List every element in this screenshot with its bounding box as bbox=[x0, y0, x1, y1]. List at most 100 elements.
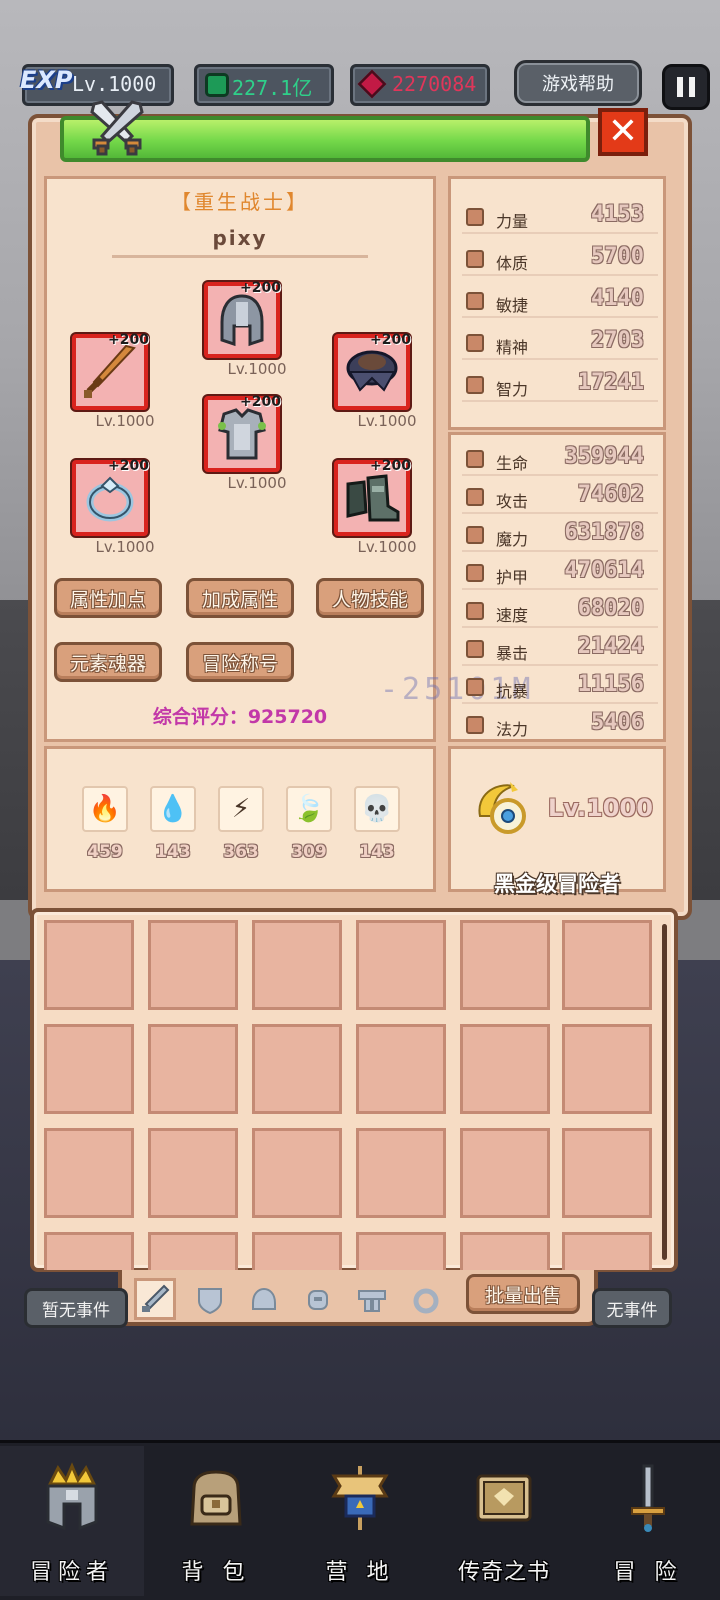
exp-badge: EXP bbox=[20, 66, 73, 94]
inventory-slot[interactable] bbox=[44, 1024, 134, 1114]
inventory-slot[interactable] bbox=[44, 1128, 134, 1218]
nav-adventurer[interactable]: 冒险者 bbox=[0, 1446, 144, 1596]
pause-button[interactable] bbox=[662, 64, 710, 110]
shoulder-armor-icon bbox=[346, 350, 398, 392]
stat-label: 抗暴 bbox=[496, 682, 529, 701]
player-level: Lv.1000 bbox=[72, 72, 157, 96]
stat-value: 470614 bbox=[564, 558, 644, 583]
enhance-level: +200 bbox=[240, 394, 281, 410]
inventory-slot[interactable] bbox=[148, 1024, 238, 1114]
tab-helmet[interactable] bbox=[244, 1280, 284, 1320]
element-soul-gear-button[interactable]: 元素魂器 bbox=[54, 642, 162, 682]
inventory-slot[interactable] bbox=[562, 920, 652, 1010]
lightning-element-icon[interactable]: ⚡ bbox=[218, 786, 264, 832]
fire-element-icon[interactable]: 🔥 bbox=[82, 786, 128, 832]
inventory-slot[interactable] bbox=[562, 1232, 652, 1270]
inventory-slot[interactable] bbox=[460, 920, 550, 1010]
stat-value: 2703 bbox=[591, 328, 644, 353]
book-icon bbox=[476, 1474, 532, 1522]
inventory-slot[interactable] bbox=[148, 1232, 238, 1270]
stat-value: 5406 bbox=[591, 710, 644, 735]
item-level: Lv.1000 bbox=[357, 538, 417, 556]
inventory-slot[interactable] bbox=[148, 920, 238, 1010]
character-skills-button[interactable]: 人物技能 bbox=[316, 578, 424, 618]
inventory-slot[interactable] bbox=[356, 1024, 446, 1114]
inventory-slot[interactable] bbox=[562, 1128, 652, 1218]
adventure-titles-button[interactable]: 冒险称号 bbox=[186, 642, 294, 682]
stat-label: 护甲 bbox=[496, 568, 529, 587]
stat-row-crit-resist: 抗暴 11156 bbox=[462, 670, 658, 704]
ruby-currency-value: 2270084 bbox=[392, 72, 477, 96]
stat-row-mana: 法力 5406 bbox=[462, 708, 658, 742]
inventory-slot[interactable] bbox=[356, 1232, 446, 1270]
inventory-scrollbar[interactable] bbox=[662, 924, 667, 1260]
helmet-icon bbox=[252, 1287, 276, 1310]
chest-armor-icon bbox=[218, 408, 266, 460]
nav-legend-book[interactable]: 传奇之书 bbox=[432, 1446, 576, 1596]
inventory-slot[interactable] bbox=[44, 1232, 134, 1270]
inventory-slot[interactable] bbox=[356, 920, 446, 1010]
item-level: Lv.1000 bbox=[227, 360, 287, 378]
strength-icon bbox=[466, 208, 484, 226]
stat-label: 体质 bbox=[496, 254, 529, 273]
stat-value: 5700 bbox=[591, 244, 644, 269]
inventory-slot[interactable] bbox=[460, 1232, 550, 1270]
water-element-icon[interactable]: 💧 bbox=[150, 786, 196, 832]
dark-element-icon[interactable]: 💀 bbox=[354, 786, 400, 832]
inventory-slot[interactable] bbox=[252, 1128, 342, 1218]
sword-icon bbox=[142, 1284, 170, 1312]
bulk-sell-button[interactable]: 批量出售 bbox=[466, 1274, 580, 1314]
stat-row-speed: 速度 68020 bbox=[462, 594, 658, 628]
game-help-button[interactable]: 游戏帮助 bbox=[514, 60, 642, 106]
rank-level: Lv.1000 bbox=[548, 794, 653, 822]
tab-shoulder[interactable] bbox=[298, 1280, 338, 1320]
nav-label: 冒 险 bbox=[613, 1560, 683, 1585]
tab-belt[interactable] bbox=[352, 1280, 392, 1320]
stat-row-hp: 生命 359944 bbox=[462, 442, 658, 476]
ring-icon bbox=[86, 476, 134, 522]
wind-element-icon[interactable]: 🍃 bbox=[286, 786, 332, 832]
inventory-slot[interactable] bbox=[44, 920, 134, 1010]
inventory-slot[interactable] bbox=[460, 1128, 550, 1218]
item-level: Lv.1000 bbox=[95, 538, 155, 556]
nav-backpack[interactable]: 背 包 bbox=[144, 1446, 288, 1596]
inventory-slot[interactable] bbox=[460, 1024, 550, 1114]
star-icon bbox=[466, 334, 484, 352]
stat-label: 敏捷 bbox=[496, 296, 529, 315]
inventory-slot[interactable] bbox=[252, 1232, 342, 1270]
nav-camp[interactable]: 营 地 bbox=[288, 1446, 432, 1596]
stat-row-magic: 魔力 631878 bbox=[462, 518, 658, 552]
nav-label: 冒险者 bbox=[29, 1560, 114, 1585]
nav-label: 传奇之书 bbox=[457, 1560, 550, 1585]
water-element-count: 143 bbox=[155, 842, 191, 862]
stat-label: 速度 bbox=[496, 606, 529, 625]
stat-value: 4153 bbox=[591, 202, 644, 227]
nav-adventure[interactable]: 冒 险 bbox=[576, 1446, 720, 1596]
stat-label: 暴击 bbox=[496, 644, 529, 663]
inventory-slot[interactable] bbox=[562, 1024, 652, 1114]
close-button[interactable]: ✕ bbox=[598, 108, 648, 156]
item-level: Lv.1000 bbox=[227, 474, 287, 492]
stat-label: 魔力 bbox=[496, 530, 529, 549]
stat-row-intellect: 智力 17241 bbox=[462, 368, 658, 402]
inventory-slot[interactable] bbox=[148, 1128, 238, 1218]
inventory-slot[interactable] bbox=[252, 1024, 342, 1114]
tab-armor[interactable] bbox=[190, 1280, 230, 1320]
crit-icon bbox=[466, 640, 484, 658]
tab-weapon[interactable] bbox=[134, 1278, 176, 1320]
stat-value: 74602 bbox=[577, 482, 644, 507]
stat-label: 法力 bbox=[496, 720, 529, 739]
inventory-slot[interactable] bbox=[356, 1128, 446, 1218]
sword-icon bbox=[84, 344, 136, 398]
boot-icon bbox=[466, 602, 484, 620]
shield-icon bbox=[466, 564, 484, 582]
attribute-points-button[interactable]: 属性加点 bbox=[54, 578, 162, 618]
helmet-icon bbox=[220, 294, 264, 347]
stat-value: 359944 bbox=[564, 444, 644, 469]
banner-icon bbox=[331, 1466, 389, 1530]
bonus-attributes-button[interactable]: 加成属性 bbox=[186, 578, 294, 618]
stat-value: 21424 bbox=[577, 634, 644, 659]
tab-ring[interactable] bbox=[406, 1280, 446, 1320]
heart-icon bbox=[466, 450, 484, 468]
inventory-slot[interactable] bbox=[252, 920, 342, 1010]
